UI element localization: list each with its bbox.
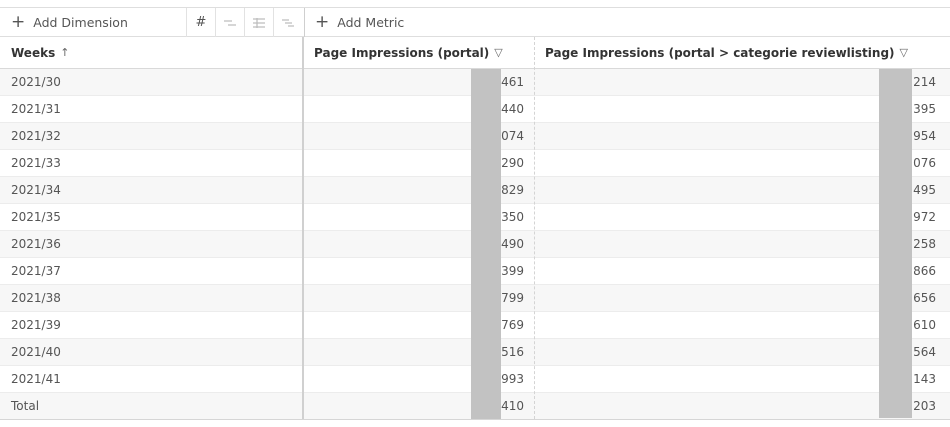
metric1-value: ,769 — [497, 318, 524, 332]
grid-view-button[interactable] — [244, 8, 273, 37]
sort-ascending-icon[interactable]: ↑ — [60, 46, 69, 59]
week-cell: 2021/32 — [11, 129, 61, 143]
metric1-header-label: Page Impressions (portal) — [314, 45, 490, 60]
week-cell: 2021/40 — [11, 345, 61, 359]
weeks-header-label: Weeks — [11, 45, 56, 60]
week-cell: 2021/33 — [11, 156, 61, 170]
plus-icon: + — [315, 12, 330, 32]
compact-rows-icon — [224, 19, 236, 26]
metric1-value: ,290 — [497, 156, 524, 170]
hierarchy-view-button[interactable] — [273, 8, 302, 37]
metric1-total: ,410 — [497, 399, 524, 413]
metric2-value: ,214 — [909, 75, 936, 89]
add-metric-label: Add Metric — [337, 15, 405, 30]
metric1-value: ,399 — [497, 264, 524, 278]
hash-icon: # — [195, 15, 207, 30]
add-dimension-label: Add Dimension — [33, 15, 128, 30]
metric1-column-header[interactable]: Page Impressions (portal) ▽ — [314, 37, 503, 68]
metric1-value: ,829 — [497, 183, 524, 197]
column-divider — [534, 37, 535, 419]
total-label: Total — [11, 399, 40, 413]
redaction-overlay — [471, 69, 501, 419]
filter-icon[interactable]: ▽ — [494, 46, 502, 59]
metric1-value: ,350 — [497, 210, 524, 224]
week-cell: 2021/41 — [11, 372, 61, 386]
week-cell: 2021/30 — [11, 75, 61, 89]
weeks-column-header[interactable]: Weeks ↑ — [11, 37, 69, 68]
metric2-value: ,564 — [909, 345, 936, 359]
metric2-value: ,495 — [909, 183, 936, 197]
week-cell: 2021/34 — [11, 183, 61, 197]
add-metric-button[interactable]: + Add Metric — [304, 8, 950, 37]
metric1-value: ,461 — [497, 75, 524, 89]
filter-icon[interactable]: ▽ — [900, 46, 908, 59]
metric2-header-label: Page Impressions (portal > categorie rev… — [545, 45, 895, 60]
metric2-value: ,656 — [909, 291, 936, 305]
metric1-value: ,799 — [497, 291, 524, 305]
metric2-value: ,954 — [909, 129, 936, 143]
metric2-value: ,972 — [909, 210, 936, 224]
number-format-button[interactable]: # — [186, 8, 215, 37]
hierarchy-icon — [282, 18, 294, 27]
week-cell: 2021/35 — [11, 210, 61, 224]
week-cell: 2021/38 — [11, 291, 61, 305]
report-frame: + Add Dimension # + Add Metric Weeks ↑ P… — [0, 0, 950, 427]
metric2-column-header[interactable]: Page Impressions (portal > categorie rev… — [545, 37, 908, 68]
metric2-value: ,076 — [909, 156, 936, 170]
metric1-value: ,074 — [497, 129, 524, 143]
compact-view-button[interactable] — [215, 8, 244, 37]
metric2-value: ,866 — [909, 264, 936, 278]
table-header: Weeks ↑ Page Impressions (portal) ▽ Page… — [0, 37, 950, 69]
grid-lines-icon — [253, 17, 265, 28]
metric1-value: ,490 — [497, 237, 524, 251]
metric1-value: ,440 — [497, 102, 524, 116]
metric2-value: ,258 — [909, 237, 936, 251]
week-cell: 2021/31 — [11, 102, 61, 116]
metric2-value: ,395 — [909, 102, 936, 116]
week-cell: 2021/37 — [11, 264, 61, 278]
week-cell: 2021/39 — [11, 318, 61, 332]
metric1-value: ,993 — [497, 372, 524, 386]
metric1-value: ,516 — [497, 345, 524, 359]
redaction-overlay — [879, 69, 912, 418]
add-dimension-button[interactable]: + Add Dimension — [0, 8, 186, 37]
report-toolbar: + Add Dimension # + Add Metric — [0, 7, 950, 37]
plus-icon: + — [11, 12, 26, 32]
metric2-total: ,203 — [909, 399, 936, 413]
week-cell: 2021/36 — [11, 237, 61, 251]
metric2-value: ,143 — [909, 372, 936, 386]
column-divider — [302, 37, 304, 419]
metric2-value: ,610 — [909, 318, 936, 332]
